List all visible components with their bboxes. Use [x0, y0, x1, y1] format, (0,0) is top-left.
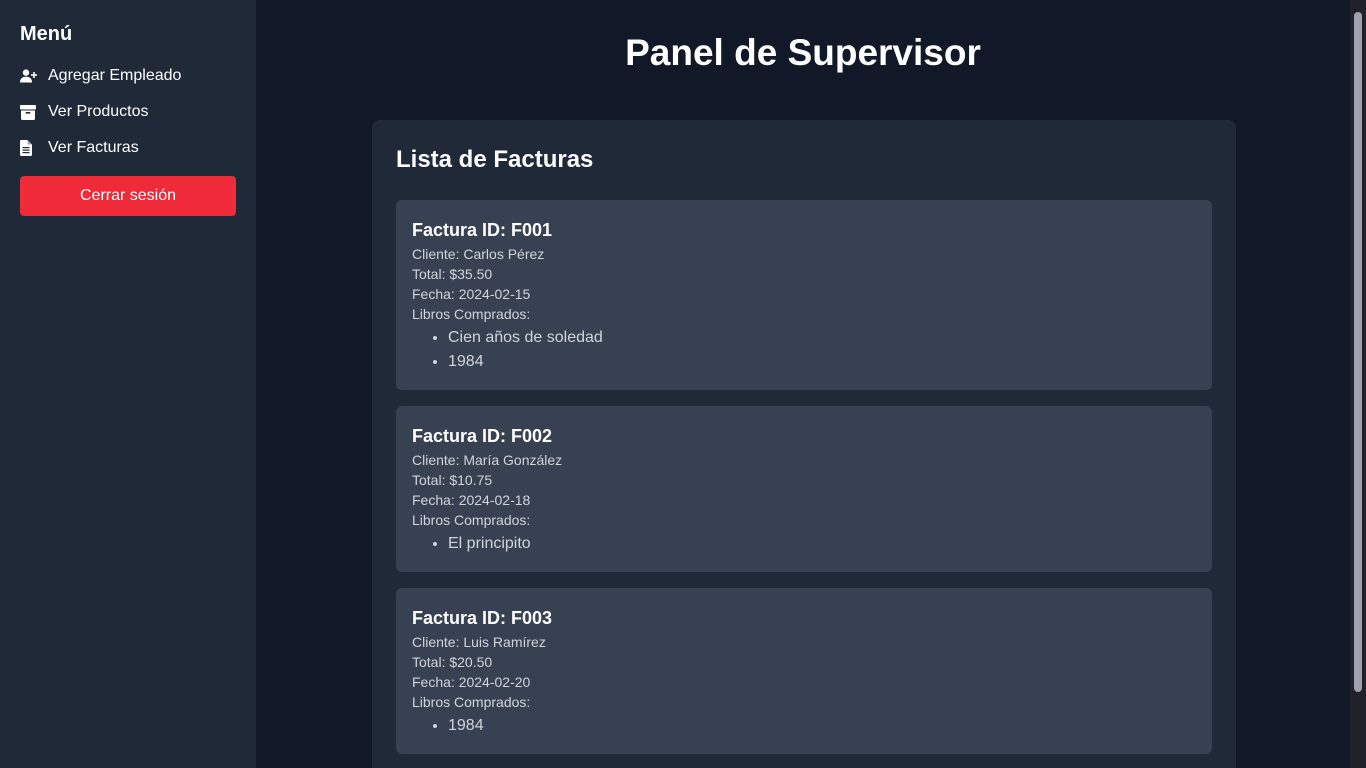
user-plus-icon	[20, 67, 48, 85]
invoice-client: Cliente: Carlos Pérez	[412, 246, 545, 262]
invoice-card: Factura ID: F001 Cliente: Carlos Pérez T…	[396, 200, 1212, 390]
sidebar: Menú Agregar Empleado Ver Productos Ver …	[0, 0, 256, 768]
invoice-client: Cliente: Luis Ramírez	[412, 634, 546, 650]
book-item: 1984	[448, 714, 1196, 738]
box-icon	[20, 103, 48, 121]
book-item: 1984	[448, 350, 1196, 374]
sidebar-title: Menú	[20, 23, 73, 45]
scrollbar-thumb[interactable]	[1354, 12, 1362, 692]
books-list: Cien años de soledad 1984	[412, 326, 1196, 374]
invoice-client: Cliente: María González	[412, 452, 563, 468]
file-invoice-icon	[20, 139, 48, 157]
sidebar-item-label: Ver Productos	[48, 103, 149, 120]
sidebar-item-agregar-empleado[interactable]: Agregar Empleado	[20, 58, 236, 94]
invoice-card: Factura ID: F003 Cliente: Luis Ramírez T…	[396, 588, 1212, 754]
page-scrollbar[interactable]	[1350, 0, 1366, 768]
invoices-panel: Lista de Facturas Factura ID: F001 Clien…	[372, 120, 1236, 768]
invoice-total: Total: $20.50	[412, 654, 493, 670]
page-title: Panel de Supervisor	[625, 32, 981, 73]
invoice-total: Total: $10.75	[412, 472, 493, 488]
invoice-id: Factura ID: F001	[412, 220, 553, 240]
main-content: Panel de Supervisor Lista de Facturas Fa…	[256, 0, 1350, 768]
invoice-total: Total: $35.50	[412, 266, 493, 282]
book-item: El principito	[448, 532, 1196, 556]
invoice-date: Fecha: 2024-02-15	[412, 286, 531, 302]
sidebar-item-label: Agregar Empleado	[48, 67, 182, 84]
invoice-books-label: Libros Comprados:	[412, 694, 531, 710]
app-root: Menú Agregar Empleado Ver Productos Ver …	[0, 0, 1366, 768]
invoice-books-label: Libros Comprados:	[412, 306, 531, 322]
invoice-books-label: Libros Comprados:	[412, 512, 531, 528]
invoice-date: Fecha: 2024-02-18	[412, 492, 531, 508]
panel-title: Lista de Facturas	[396, 146, 594, 173]
logout-button[interactable]: Cerrar sesión	[20, 176, 236, 216]
sidebar-menu: Agregar Empleado Ver Productos Ver Factu…	[20, 58, 236, 166]
sidebar-item-ver-facturas[interactable]: Ver Facturas	[20, 130, 236, 166]
invoice-card: Factura ID: F002 Cliente: María González…	[396, 406, 1212, 572]
sidebar-item-ver-productos[interactable]: Ver Productos	[20, 94, 236, 130]
books-list: 1984	[412, 714, 1196, 738]
book-item: Cien años de soledad	[448, 326, 1196, 350]
invoice-date: Fecha: 2024-02-20	[412, 674, 531, 690]
books-list: El principito	[412, 532, 1196, 556]
invoice-id: Factura ID: F002	[412, 426, 553, 446]
sidebar-item-label: Ver Facturas	[48, 139, 139, 156]
invoice-id: Factura ID: F003	[412, 608, 553, 628]
